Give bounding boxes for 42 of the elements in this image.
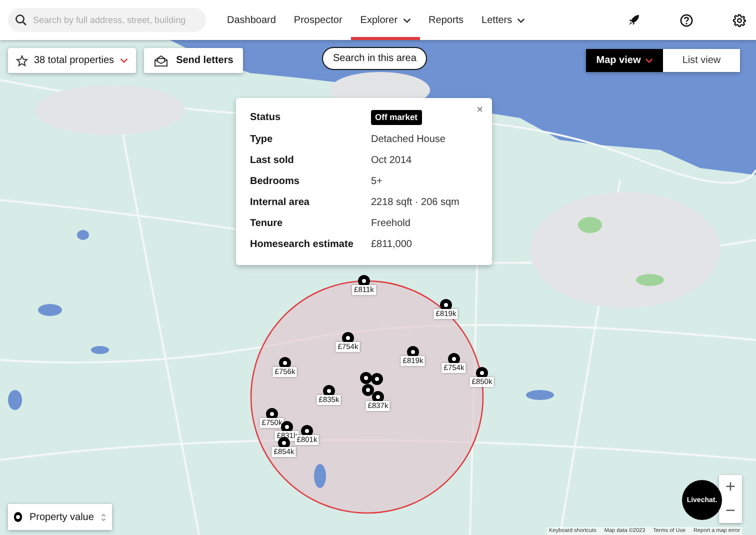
- nav-tab[interactable]: Prospector: [284, 0, 352, 40]
- field-label: Last sold: [250, 154, 295, 167]
- caret-icon: [120, 58, 128, 63]
- field-value: 2218 sqft · 206 sqm: [371, 196, 460, 209]
- star-icon: [16, 54, 28, 66]
- field-label: Tenure: [250, 217, 284, 230]
- legend-dropdown[interactable]: Property value: [8, 504, 112, 530]
- field-value: 5+: [371, 175, 384, 188]
- sort-icon: [100, 512, 106, 522]
- map-pin-icon[interactable]: [362, 384, 374, 396]
- help-icon[interactable]: [680, 14, 693, 26]
- envelope-icon: [154, 54, 168, 66]
- settings-icon[interactable]: [733, 14, 746, 26]
- field-label: Homesearch estimate: [250, 238, 354, 251]
- search-area-button[interactable]: Search in this area: [322, 47, 428, 70]
- field-value: £811,000: [371, 238, 413, 251]
- search-field[interactable]: Search by full address, street, building: [8, 8, 206, 32]
- view-toggle-button[interactable]: Map view: [586, 49, 663, 72]
- rocket-icon[interactable]: [628, 14, 640, 26]
- view-toggle-button[interactable]: List view: [663, 49, 740, 72]
- field-label: Bedrooms: [250, 175, 300, 188]
- map-pin-icon[interactable]: [371, 373, 383, 385]
- lake-icon: [314, 464, 326, 488]
- property-count-dropdown[interactable]: 38 total properties: [8, 48, 136, 73]
- send-letters-button[interactable]: Send letters: [144, 48, 244, 73]
- nav-tab[interactable]: Dashboard: [218, 0, 285, 40]
- zoom-button[interactable]: −: [719, 499, 742, 523]
- status-badge: Off market: [371, 110, 422, 125]
- field-value: Freehold: [371, 217, 412, 230]
- zoom-button[interactable]: +: [719, 475, 742, 499]
- field-label: Internal area: [250, 196, 310, 209]
- field-value: Detached House: [371, 133, 446, 146]
- field-value: Oct 2014: [371, 154, 413, 167]
- nav-tab[interactable]: Letters: [472, 0, 534, 40]
- field-label: Status: [250, 111, 282, 124]
- close-button[interactable]: ×: [476, 104, 483, 116]
- map-pin-icon[interactable]: [360, 372, 372, 384]
- caret-icon: [644, 58, 653, 63]
- search-icon: [15, 14, 27, 26]
- field-label: Type: [250, 133, 274, 146]
- nav-tab[interactable]: Reports: [420, 0, 473, 40]
- map-pin-icon: [14, 512, 22, 522]
